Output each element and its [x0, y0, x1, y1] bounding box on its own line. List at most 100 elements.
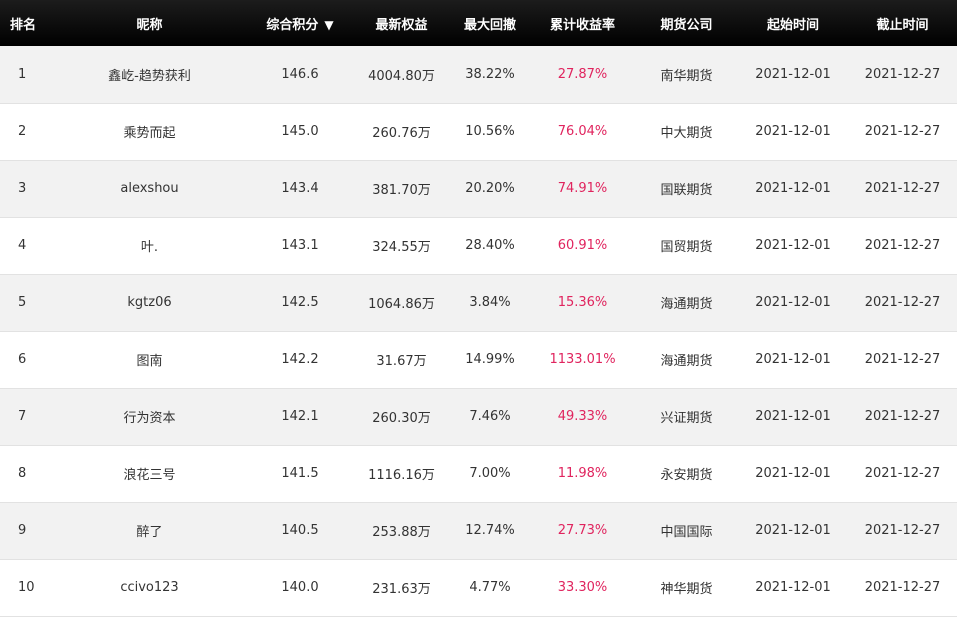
- cell-rank: 6: [18, 352, 27, 367]
- cell-return: 27.87%: [557, 66, 608, 82]
- cell-start-time: 2021-12-01: [755, 295, 831, 310]
- cell-start-time: 2021-12-01: [755, 466, 831, 481]
- sort-descending-icon[interactable]: ▼: [324, 18, 333, 32]
- header-return: 累计收益率: [549, 17, 615, 33]
- cell-start-time: 2021-12-01: [755, 66, 831, 82]
- cell-end-time: 2021-12-27: [864, 181, 941, 196]
- cell-drawdown: 4.77%: [469, 580, 511, 595]
- cell-score: 143.1: [281, 238, 319, 253]
- cell-company: 永安期货: [660, 468, 713, 483]
- cell-company: 中国国际: [660, 525, 713, 540]
- header-company: 期货公司: [660, 17, 713, 33]
- cell-drawdown: 7.46%: [469, 409, 511, 424]
- header-start-time: 起始时间: [766, 17, 819, 33]
- cell-rank: 4: [18, 238, 27, 253]
- cell-rank: 1: [18, 66, 27, 82]
- cell-nickname[interactable]: 叶.: [52, 217, 247, 274]
- cell-equity: 324.55万: [372, 240, 431, 255]
- cell-equity: 260.30万: [372, 411, 431, 426]
- cell-return: 11.98%: [557, 466, 608, 481]
- cell-company: 南华期货: [660, 68, 713, 84]
- cell-equity: 1116.16万: [368, 468, 435, 483]
- table-row[interactable]: 4 叶. 143.1 324.55万 28.40% 60.91% 国贸期货 2021-12-0…: [0, 217, 957, 274]
- table-header: 排名 昵称 综合积分 ▼ 最新权益 最大回撤 累计收益率 期货公司 起始时间 截止…: [0, 0, 957, 46]
- cell-nickname[interactable]: ccivo123: [52, 559, 247, 616]
- cell-score: 145.0: [281, 124, 319, 139]
- cell-drawdown: 7.00%: [469, 466, 511, 481]
- cell-end-time: 2021-12-27: [864, 124, 941, 139]
- cell-drawdown: 3.84%: [469, 295, 511, 310]
- cell-start-time: 2021-12-01: [755, 409, 831, 424]
- cell-end-time: 2021-12-27: [864, 238, 941, 253]
- cell-company: 中大期货: [660, 126, 713, 141]
- cell-nickname[interactable]: 行为资本: [52, 388, 247, 445]
- cell-company: 国贸期货: [660, 240, 713, 255]
- cell-score: 143.4: [281, 181, 319, 196]
- table-row[interactable]: 8 浪花三号 141.5 1116.16万 7.00% 11.98% 永安期货 2021-12…: [0, 445, 957, 502]
- header-nickname: 昵称: [136, 17, 163, 33]
- cell-equity: 253.88万: [372, 525, 431, 540]
- cell-return: 33.30%: [557, 580, 608, 595]
- cell-end-time: 2021-12-27: [864, 352, 941, 367]
- cell-score: 142.2: [281, 352, 319, 367]
- cell-equity: 31.67万: [376, 354, 427, 369]
- cell-company: 国联期货: [660, 183, 713, 198]
- cell-rank: 5: [18, 295, 27, 310]
- cell-end-time: 2021-12-27: [864, 295, 941, 310]
- cell-company: 兴证期货: [660, 411, 713, 426]
- cell-equity: 1064.86万: [368, 297, 435, 312]
- cell-nickname[interactable]: 图南: [52, 331, 247, 388]
- table-row[interactable]: 6 图南 142.2 31.67万 14.99% 1133.01% 海通期货 2021-12-…: [0, 331, 957, 388]
- cell-rank: 10: [18, 580, 35, 595]
- table-row[interactable]: 2 乘势而起 145.0 260.76万 10.56% 76.04% 中大期货 2021-12…: [0, 103, 957, 160]
- cell-nickname[interactable]: 乘势而起: [52, 103, 247, 160]
- cell-return: 60.91%: [557, 238, 608, 253]
- cell-drawdown: 38.22%: [465, 66, 515, 82]
- cell-rank: 9: [18, 523, 27, 538]
- cell-drawdown: 12.74%: [465, 523, 515, 538]
- cell-end-time: 2021-12-27: [864, 409, 941, 424]
- header-drawdown: 最大回撤: [463, 17, 516, 33]
- cell-score: 140.0: [281, 580, 319, 595]
- header-rank: 排名: [10, 17, 37, 33]
- cell-nickname[interactable]: 醉了: [52, 502, 247, 559]
- cell-rank: 3: [18, 181, 27, 196]
- cell-end-time: 2021-12-27: [864, 66, 941, 82]
- table-row[interactable]: 3 alexshou 143.4 381.70万 20.20% 74.91% 国联期货 202…: [0, 160, 957, 217]
- table-row[interactable]: 10 ccivo123 140.0 231.63万 4.77% 33.30% 神华期货 202…: [0, 559, 957, 616]
- cell-score: 140.5: [281, 523, 319, 538]
- cell-company: 海通期货: [660, 354, 713, 369]
- cell-drawdown: 20.20%: [465, 181, 515, 196]
- cell-rank: 7: [18, 409, 27, 424]
- table-row[interactable]: 7 行为资本 142.1 260.30万 7.46% 49.33% 兴证期货 2021-12-…: [0, 388, 957, 445]
- header-equity: 最新权益: [375, 17, 428, 33]
- cell-start-time: 2021-12-01: [755, 124, 831, 139]
- cell-return: 27.73%: [557, 523, 608, 538]
- table-row[interactable]: 5 kgtz06 142.5 1064.86万 3.84% 15.36% 海通期货 2021-…: [0, 274, 957, 331]
- cell-nickname[interactable]: 鑫屹-趋势获利: [52, 46, 247, 103]
- cell-score: 146.6: [281, 66, 319, 82]
- cell-rank: 2: [18, 124, 27, 139]
- ranking-table: 排名 昵称 综合积分 ▼ 最新权益 最大回撤 累计收益率 期货公司 起始时间 截止…: [0, 0, 957, 617]
- cell-equity: 381.70万: [372, 183, 431, 198]
- cell-company: 神华期货: [660, 582, 713, 597]
- table-row[interactable]: 1 鑫屹-趋势获利 146.6 4004.80万 38.22% 27.87% 南华期货 202…: [0, 46, 957, 103]
- cell-equity: 231.63万: [372, 582, 431, 597]
- cell-equity: 260.76万: [372, 126, 431, 141]
- cell-end-time: 2021-12-27: [864, 523, 941, 538]
- table-row[interactable]: 9 醉了 140.5 253.88万 12.74% 27.73% 中国国际 2021-12-0…: [0, 502, 957, 559]
- cell-score: 142.5: [281, 295, 319, 310]
- cell-drawdown: 14.99%: [465, 352, 515, 367]
- cell-return: 49.33%: [557, 409, 608, 424]
- cell-equity: 4004.80万: [368, 68, 435, 84]
- cell-start-time: 2021-12-01: [755, 181, 831, 196]
- header-score[interactable]: 综合积分 ▼: [247, 0, 353, 46]
- cell-return: 76.04%: [557, 124, 608, 139]
- cell-start-time: 2021-12-01: [755, 523, 831, 538]
- cell-nickname[interactable]: kgtz06: [52, 274, 247, 331]
- cell-start-time: 2021-12-01: [755, 580, 831, 595]
- header-score-label: 综合积分: [266, 17, 319, 33]
- cell-rank: 8: [18, 466, 27, 481]
- cell-nickname[interactable]: 浪花三号: [52, 445, 247, 502]
- cell-nickname[interactable]: alexshou: [52, 160, 247, 217]
